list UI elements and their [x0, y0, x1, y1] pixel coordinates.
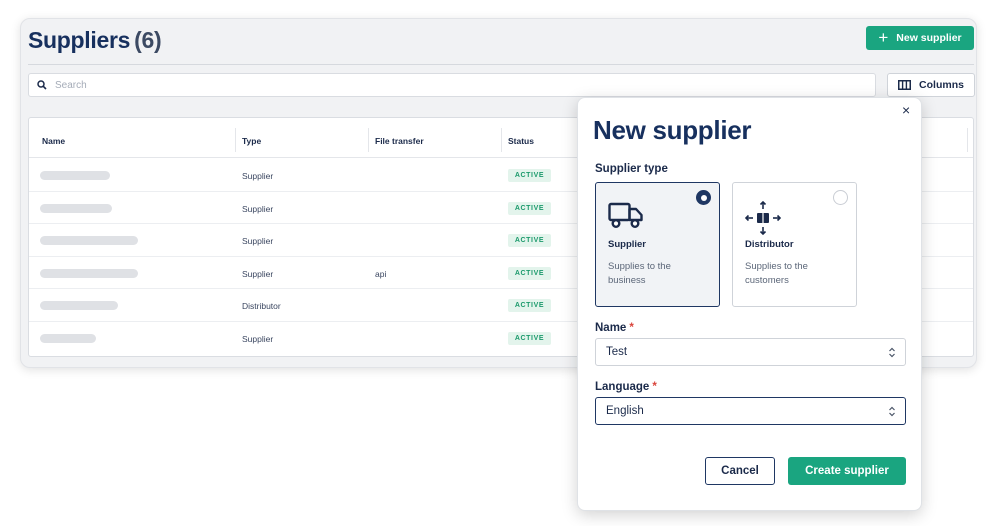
new-supplier-button[interactable]: + New supplier — [866, 26, 974, 50]
option-description: Supplies to the customers — [745, 261, 808, 286]
name-label: Name * — [595, 322, 634, 334]
type-cell: Supplier — [242, 236, 274, 246]
required-marker: * — [652, 381, 657, 393]
name-placeholder — [40, 268, 138, 278]
chevron-up-down-icon — [889, 406, 895, 417]
distribution-icon — [745, 201, 781, 235]
type-cell: Supplier — [242, 268, 274, 279]
header-divider — [28, 64, 974, 65]
new-supplier-modal: × New supplier Supplier type Supplier Su… — [577, 97, 922, 511]
new-supplier-label: New supplier — [896, 32, 962, 44]
search-icon — [37, 80, 47, 90]
language-label: Language * — [595, 381, 657, 393]
option-description: Supplies to the business — [608, 261, 671, 286]
supplier-type-option-distributor[interactable]: Distributor Supplies to the customers — [732, 182, 857, 307]
create-supplier-button[interactable]: Create supplier — [788, 457, 906, 485]
chevron-up-down-icon — [889, 347, 895, 358]
name-field-value: Test — [606, 346, 628, 358]
column-header-file-transfer[interactable]: File transfer — [375, 136, 424, 146]
status-badge: ACTIVE — [508, 331, 551, 345]
modal-title: New supplier — [593, 115, 752, 145]
search-input[interactable]: Search — [28, 73, 876, 97]
supplier-type-option-supplier[interactable]: Supplier Supplies to the business — [595, 182, 720, 307]
columns-icon — [898, 80, 912, 90]
status-badge: ACTIVE — [508, 234, 551, 247]
truck-icon — [608, 202, 643, 229]
column-separator — [967, 128, 968, 152]
status-badge: ACTIVE — [508, 169, 551, 182]
name-label-text: Name — [595, 322, 627, 334]
column-separator — [235, 128, 236, 152]
column-header-type[interactable]: Type — [242, 136, 261, 146]
type-cell: Supplier — [242, 171, 274, 181]
language-select-value: English — [606, 405, 644, 417]
language-select[interactable]: English — [595, 397, 906, 425]
name-field[interactable]: Test — [595, 338, 906, 366]
close-icon[interactable]: × — [902, 102, 910, 118]
column-header-name[interactable]: Name — [42, 136, 65, 146]
language-label-text: Language — [595, 381, 650, 393]
name-placeholder — [40, 171, 110, 180]
radio-selected[interactable] — [696, 190, 711, 205]
radio-unselected[interactable] — [833, 190, 848, 205]
name-placeholder — [40, 203, 112, 213]
page-title-text: Suppliers — [28, 27, 131, 53]
type-cell: Supplier — [242, 203, 274, 214]
name-placeholder — [40, 236, 138, 245]
required-marker: * — [629, 322, 634, 334]
file-transfer-cell: api — [375, 268, 387, 279]
column-header-status[interactable]: Status — [508, 136, 534, 146]
column-separator — [501, 128, 502, 152]
option-title: Supplier — [608, 239, 647, 250]
type-cell: Supplier — [242, 333, 274, 344]
page-title: Suppliers (6) — [28, 27, 162, 54]
cancel-button[interactable]: Cancel — [705, 457, 775, 485]
columns-button[interactable]: Columns — [887, 73, 975, 97]
columns-label: Columns — [919, 79, 964, 91]
name-placeholder — [40, 333, 96, 343]
column-separator — [368, 128, 369, 152]
supplier-type-label: Supplier type — [595, 163, 668, 175]
status-badge: ACTIVE — [508, 201, 551, 215]
name-placeholder — [40, 301, 118, 310]
plus-icon: + — [878, 27, 889, 47]
status-badge: ACTIVE — [508, 266, 551, 280]
type-cell: Distributor — [242, 301, 281, 311]
option-title: Distributor — [745, 239, 794, 250]
search-placeholder: Search — [55, 79, 87, 91]
status-badge: ACTIVE — [508, 299, 551, 312]
supplier-count: (6) — [134, 27, 162, 53]
